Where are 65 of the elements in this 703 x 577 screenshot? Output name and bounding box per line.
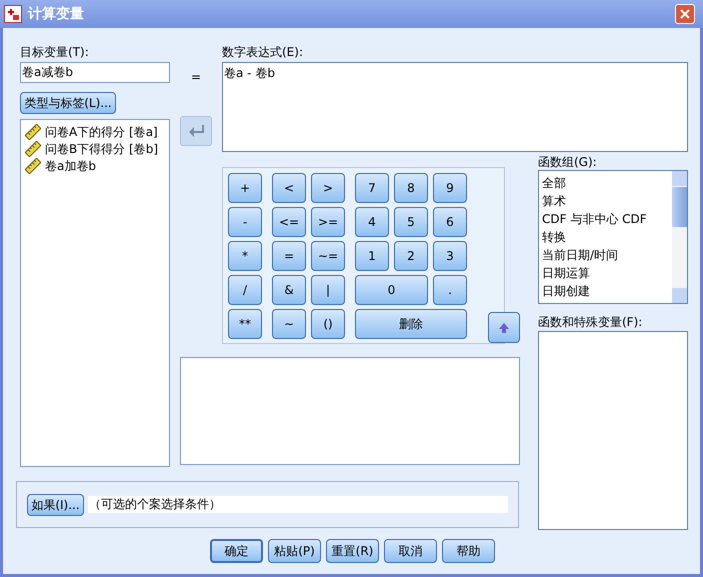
ruler-icon: [25, 140, 41, 156]
keypad-key[interactable]: 1: [355, 241, 389, 271]
field-label: 函数和特殊变量(F):: [538, 315, 644, 329]
ruler-icon: [25, 124, 41, 140]
field-label: 函数组(G):: [538, 155, 598, 169]
target-variable-field[interactable]: 卷a减卷b: [20, 62, 170, 83]
dialog-button[interactable]: 帮助: [442, 539, 495, 563]
keypad-key[interactable]: 3: [433, 241, 467, 271]
keypad-key[interactable]: 4: [355, 207, 389, 237]
up-arrow-icon: [498, 322, 510, 334]
function-group-item[interactable]: CDF 与非中心 CDF: [542, 210, 672, 228]
dialog-button[interactable]: 确定: [210, 539, 263, 563]
move-arrow-button[interactable]: [180, 116, 212, 146]
keypad-key[interactable]: 2: [394, 241, 428, 271]
dialog-button[interactable]: 取消: [384, 539, 437, 563]
function-group-item[interactable]: 日期创建: [542, 282, 672, 300]
keypad-key[interactable]: >: [311, 173, 345, 203]
keypad-key[interactable]: *: [228, 241, 262, 271]
field-label: 目标变量(T):: [20, 44, 90, 60]
app-icon: [4, 5, 22, 23]
keypad-key[interactable]: &: [272, 275, 306, 305]
function-group-item[interactable]: 转换: [542, 228, 672, 246]
keypad-key[interactable]: 删除: [355, 309, 467, 339]
keypad-key[interactable]: 7: [355, 173, 389, 203]
keypad-key[interactable]: 0: [355, 275, 428, 305]
keypad-key[interactable]: 6: [433, 207, 467, 237]
keypad-key[interactable]: <: [272, 173, 306, 203]
keypad-key[interactable]: (): [311, 309, 345, 339]
keypad-key[interactable]: **: [228, 309, 262, 339]
function-group-item[interactable]: 日期运算: [542, 264, 672, 282]
keypad-key[interactable]: |: [311, 275, 345, 305]
expression-field[interactable]: 卷a - 卷b: [222, 62, 688, 152]
keypad-key[interactable]: =: [272, 241, 306, 271]
keypad-key[interactable]: .: [433, 275, 467, 305]
ruler-icon: [25, 158, 41, 174]
dialog-button[interactable]: 重置(R): [326, 539, 379, 563]
condition-text: （可选的个案选择条件）: [88, 496, 508, 513]
type-label-button[interactable]: 类型与标签(L)...: [20, 92, 116, 114]
if-button[interactable]: 如果(I)...: [27, 494, 84, 516]
keypad-key[interactable]: ~: [272, 309, 306, 339]
close-icon: [680, 9, 690, 19]
equals-sign: =: [191, 69, 202, 86]
function-group-item[interactable]: 全部: [542, 174, 672, 192]
keypad-key[interactable]: 5: [394, 207, 428, 237]
variable-item[interactable]: 问卷B下得得分 [卷b]: [45, 140, 158, 158]
function-group-item[interactable]: 当前日期/时间: [542, 246, 672, 264]
scrollbar[interactable]: [672, 171, 687, 303]
field-label: 数字表达式(E):: [222, 44, 304, 60]
keypad-key[interactable]: 9: [433, 173, 467, 203]
window-title: 计算变量: [28, 4, 84, 24]
functions-list[interactable]: [538, 331, 688, 530]
keypad-key[interactable]: 8: [394, 173, 428, 203]
dialog-button[interactable]: 粘贴(P): [268, 539, 321, 563]
keypad-key[interactable]: -: [228, 207, 262, 237]
variable-item[interactable]: 问卷A下的得分 [卷a]: [45, 122, 158, 140]
keypad-key[interactable]: >=: [311, 207, 345, 237]
keypad-key[interactable]: ~=: [311, 241, 345, 271]
keypad-key[interactable]: /: [228, 275, 262, 305]
close-button[interactable]: [675, 4, 695, 24]
function-group-item[interactable]: 算术: [542, 192, 672, 210]
variable-item[interactable]: 卷a加卷b: [45, 156, 96, 174]
keypad-key[interactable]: +: [228, 173, 262, 203]
up-arrow-button[interactable]: [488, 312, 520, 343]
return-arrow-icon: [188, 124, 204, 138]
keypad-key[interactable]: <=: [272, 207, 306, 237]
